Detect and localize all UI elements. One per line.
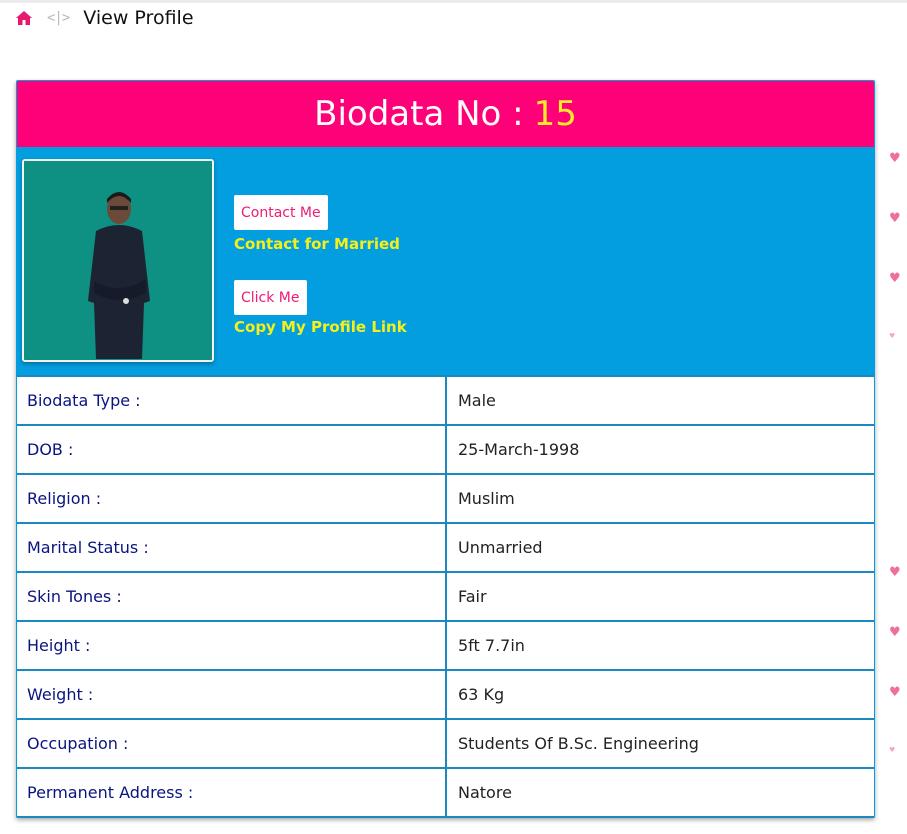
detail-label: Permanent Address :	[17, 769, 447, 816]
heart-decorations: ♥ ♥ ♥ ♥ ♥ ♥ ♥ ♥	[889, 0, 907, 834]
click-me-button[interactable]: Click Me	[234, 280, 307, 315]
detail-value: Muslim	[458, 489, 515, 508]
detail-label: DOB :	[17, 426, 447, 473]
contact-me-button[interactable]: Contact Me	[234, 195, 328, 230]
heart-icon: ♥	[889, 565, 901, 580]
detail-label: Occupation :	[17, 720, 447, 767]
detail-value: 25-March-1998	[458, 440, 580, 459]
detail-value: Natore	[458, 783, 512, 802]
detail-value: 63 Kg	[458, 685, 505, 704]
table-row: Biodata Type : Male	[17, 375, 874, 426]
copy-link-caption: Copy My Profile Link	[234, 318, 407, 336]
detail-label: Height :	[17, 622, 447, 669]
table-row: Height : 5ft 7.7in	[17, 622, 874, 671]
breadcrumb-separator: <|>	[47, 10, 70, 26]
table-row: Religion : Muslim	[17, 475, 874, 524]
detail-label: Weight :	[17, 671, 447, 718]
detail-value: Unmarried	[458, 538, 543, 557]
contact-caption: Contact for Married	[234, 235, 400, 253]
heart-icon: ♥	[889, 151, 901, 166]
detail-value: Students Of B.Sc. Engineering	[458, 734, 699, 753]
biodata-label: Biodata No :	[314, 94, 524, 134]
heart-icon: ♥	[889, 211, 901, 226]
biodata-number: 15	[533, 94, 577, 134]
detail-label: Skin Tones :	[17, 573, 447, 620]
biodata-table: Biodata Type : Male DOB : 25-March-1998 …	[17, 375, 874, 818]
biodata-header: Biodata No : 15	[17, 81, 874, 147]
heart-icon: ♥	[889, 332, 896, 340]
table-row: DOB : 25-March-1998	[17, 426, 874, 475]
detail-value: Fair	[458, 587, 487, 606]
heart-icon: ♥	[889, 271, 901, 286]
detail-value: Male	[458, 391, 496, 410]
table-row: Permanent Address : Natore	[17, 769, 874, 818]
heart-icon: ♥	[889, 625, 901, 640]
table-row: Weight : 63 Kg	[17, 671, 874, 720]
heart-icon: ♥	[889, 746, 896, 754]
detail-label: Marital Status :	[17, 524, 447, 571]
detail-label: Biodata Type :	[17, 377, 447, 424]
breadcrumb-current: View Profile	[83, 7, 194, 29]
breadcrumb: <|> View Profile	[15, 6, 194, 30]
heart-icon: ♥	[889, 685, 901, 700]
home-icon[interactable]	[15, 9, 33, 27]
detail-label: Religion :	[17, 475, 447, 522]
detail-value: 5ft 7.7in	[458, 636, 525, 655]
top-border	[0, 0, 907, 3]
profile-photo	[22, 159, 214, 362]
table-row: Skin Tones : Fair	[17, 573, 874, 622]
table-row: Marital Status : Unmarried	[17, 524, 874, 573]
table-row: Occupation : Students Of B.Sc. Engineeri…	[17, 720, 874, 769]
profile-card: Biodata No : 15 Contact Me Contact for M…	[16, 80, 875, 818]
